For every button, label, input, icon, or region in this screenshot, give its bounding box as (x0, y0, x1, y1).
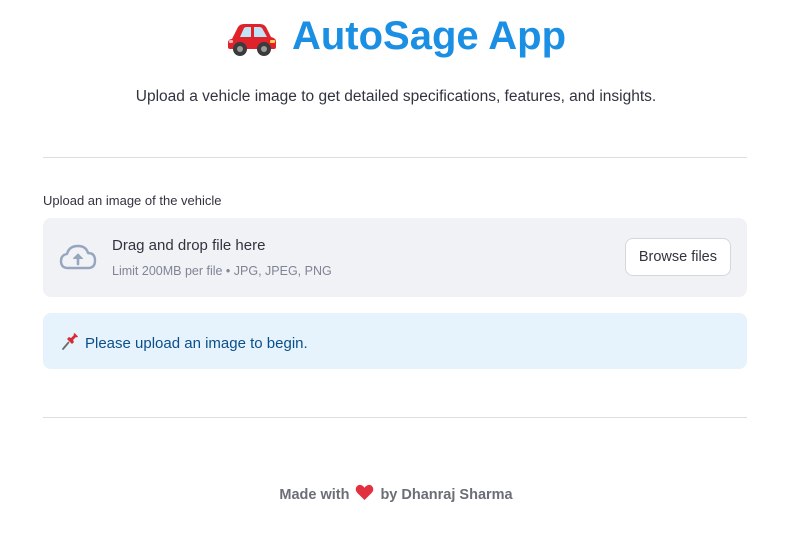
uploader-label: Upload an image of the vehicle (43, 193, 222, 208)
app-page: AutoSage App Upload a vehicle image to g… (0, 0, 792, 536)
pushpin-icon (60, 331, 80, 356)
footer-prefix: Made with (279, 486, 350, 503)
bottom-divider (43, 417, 747, 418)
dropzone-limits: Limit 200MB per file • JPG, JPEG, PNG (112, 264, 332, 278)
heart-icon (355, 484, 374, 505)
footer: Made with by Dhanraj Sharma (0, 484, 792, 505)
info-message: Please upload an image to begin. (85, 335, 308, 352)
page-title: AutoSage App (291, 14, 567, 58)
browse-files-button[interactable]: Browse files (624, 238, 731, 276)
title-row: AutoSage App (0, 14, 792, 70)
file-dropzone[interactable]: Drag and drop file here Limit 200MB per … (43, 218, 747, 297)
cloud-upload-icon (58, 242, 98, 277)
info-alert: Please upload an image to begin. (43, 313, 747, 369)
dropzone-instructions: Drag and drop file here (112, 237, 266, 254)
footer-suffix: by Dhanraj Sharma (380, 486, 513, 503)
page-subtitle: Upload a vehicle image to get detailed s… (135, 88, 657, 105)
top-divider (43, 157, 747, 158)
red-car-icon (226, 17, 278, 57)
